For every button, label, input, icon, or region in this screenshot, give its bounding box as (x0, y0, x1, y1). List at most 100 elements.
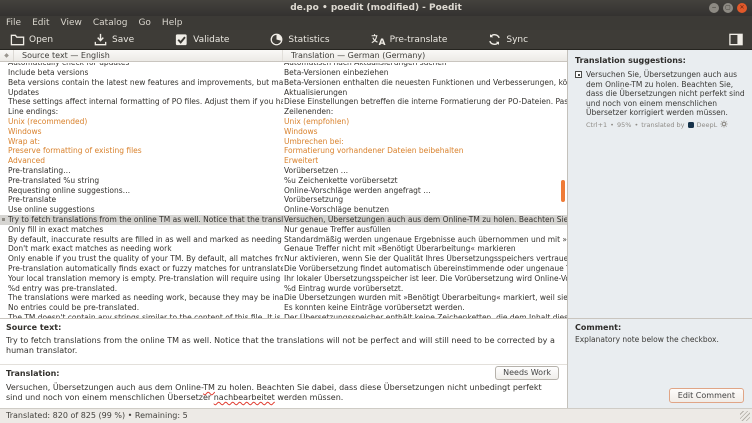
list-item[interactable]: Use online suggestionsOnline-Vorschläge … (0, 205, 567, 215)
list-item-source: Pre-translate (0, 195, 283, 205)
poedit-window: de.po • poedit (modified) - Poedit − ▢ ✕… (0, 0, 752, 423)
list-item[interactable]: Include beta versionsBeta-Versionen einb… (0, 68, 567, 78)
list-item-translation: Windows (283, 127, 567, 137)
list-item[interactable]: Only fill in exact matchesNur genaue Tre… (0, 225, 567, 235)
titlebar: de.po • poedit (modified) - Poedit − ▢ ✕ (0, 0, 752, 16)
validate-button[interactable]: Validate (174, 32, 229, 47)
source-text-label: Source text: (6, 323, 61, 332)
list-item[interactable]: Try to fetch translations from the onlin… (0, 215, 567, 225)
menu-catalog[interactable]: Catalog (93, 18, 128, 28)
list-item[interactable]: Preserve formatting of existing filesFor… (0, 146, 567, 156)
list-item[interactable]: Pre-translating…Vorübersetzen … (0, 166, 567, 176)
list-item-source: Pre-translating… (0, 166, 283, 176)
list-item[interactable]: AdvancedErweitert (0, 156, 567, 166)
list-item[interactable]: Pre-translateVorübersetzung (0, 195, 567, 205)
list-item[interactable]: Line endings:Zeilenenden: (0, 107, 567, 117)
list-item[interactable]: The translations were marked as needing … (0, 293, 567, 303)
list-item-source: Requesting online suggestions… (0, 186, 283, 196)
list-item-source: Wrap at: (0, 137, 283, 147)
translation-list-body: Automatically check for updatesAutomatis… (0, 63, 567, 318)
pre-translate-button[interactable]: A Pre-translate (370, 32, 448, 47)
close-button[interactable]: ✕ (737, 3, 747, 13)
list-header: ◆ Source text — English Translation — Ge… (0, 50, 567, 62)
minimize-button[interactable]: − (709, 3, 719, 13)
needs-work-button[interactable]: Needs Work (495, 366, 559, 380)
list-item-source: Advanced (0, 156, 283, 166)
validate-check-icon (174, 32, 189, 47)
list-item-source: Beta versions contain the latest new fea… (0, 78, 283, 88)
open-button[interactable]: Open (10, 32, 53, 47)
list-item-translation: Die Vorübersetzung findet automatisch üb… (283, 264, 567, 274)
suggestion-settings-gear-icon[interactable] (720, 120, 728, 130)
list-item-translation: Umbrechen bei: (283, 137, 567, 147)
maximize-button[interactable]: ▢ (723, 3, 733, 13)
list-scrollbar-thumb[interactable] (561, 180, 565, 202)
list-item-translation: Erweitert (283, 156, 567, 166)
list-item-translation: %u Zeichenkette vorübersetzt (283, 176, 567, 186)
list-item-source: Only enable if you trust the quality of … (0, 254, 283, 264)
menu-file[interactable]: File (6, 18, 21, 28)
statistics-button[interactable]: Statistics (269, 32, 329, 47)
save-icon (93, 32, 108, 47)
list-item-translation: Standardmäßig werden ungenaue Ergebnisse… (283, 235, 567, 245)
list-item-translation: Beta-Versionen einbeziehen (283, 68, 567, 78)
list-item-translation: Genaue Treffer nicht mit »Benötigt Übera… (283, 244, 567, 254)
edit-comment-button[interactable]: Edit Comment (669, 388, 744, 403)
list-item[interactable]: Don't mark exact matches as needing work… (0, 244, 567, 254)
window-title: de.po • poedit (modified) - Poedit (290, 3, 462, 13)
list-item[interactable]: These settings affect internal formattin… (0, 97, 567, 107)
resize-grip[interactable] (740, 411, 750, 421)
menu-view[interactable]: View (61, 18, 82, 28)
translation-label: Translation: (6, 369, 59, 378)
list-item[interactable]: Only enable if you trust the quality of … (0, 254, 567, 264)
sync-button[interactable]: Sync (487, 32, 528, 47)
list-item[interactable]: Your local translation memory is empty. … (0, 274, 567, 284)
suggestion-checkbox-icon (575, 71, 582, 78)
list-item-source: No entries could be pre-translated. (0, 303, 283, 313)
list-item[interactable]: Pre-translated %u string%u Zeichenkette … (0, 176, 567, 186)
list-item-source: Pre-translation automatically finds exac… (0, 264, 283, 274)
list-item-translation: Nur aktivieren, wenn Sie der Qualität Ih… (283, 254, 567, 264)
list-item[interactable]: Wrap at:Umbrechen bei: (0, 137, 567, 147)
list-item-translation: Die Übersetzungen wurden mit »Benötigt Ü… (283, 293, 567, 303)
menu-go[interactable]: Go (138, 18, 150, 28)
comment-text: Explanatory note below the checkbox. (575, 335, 746, 344)
menu-help[interactable]: Help (162, 18, 183, 28)
suggestion-item[interactable]: Versuchen Sie, Übersetzungen auch aus de… (575, 70, 746, 118)
menubar: File Edit View Catalog Go Help (0, 16, 752, 30)
list-item-translation: Versuchen, Übersetzungen auch aus dem On… (283, 215, 567, 225)
list-item-source: Try to fetch translations from the onlin… (0, 215, 283, 225)
statistics-pie-icon (269, 32, 284, 47)
list-item[interactable]: WindowsWindows (0, 127, 567, 137)
list-item-translation: Vorübersetzung (283, 195, 567, 205)
source-text-view[interactable]: Try to fetch translations from the onlin… (6, 336, 557, 356)
list-item-translation: %d Eintrag wurde vorübersetzt. (283, 284, 567, 294)
list-item-source: The translations were marked as needing … (0, 293, 283, 303)
list-item[interactable]: Beta versions contain the latest new fea… (0, 78, 567, 88)
translation-column-header[interactable]: Translation — German (Germany) (283, 50, 567, 61)
save-button[interactable]: Save (93, 32, 134, 47)
editor-panel: Source text: Try to fetch translations f… (0, 318, 567, 408)
statusbar-text: Translated: 820 of 825 (99 %) • Remainin… (6, 411, 188, 420)
list-item-source: By default, inaccurate results are fille… (0, 235, 283, 245)
list-item-translation: Ihr lokaler Übersetzungsspeicher ist lee… (283, 274, 567, 284)
sidebar-toggle-icon (728, 32, 744, 51)
open-folder-icon (10, 32, 25, 47)
editor-divider (0, 364, 567, 365)
translation-input[interactable]: Versuchen, Übersetzungen auch aus dem On… (6, 383, 557, 403)
menu-edit[interactable]: Edit (32, 18, 49, 28)
source-column-header[interactable]: Source text — English (14, 50, 283, 61)
list-item-source: Pre-translated %u string (0, 176, 283, 186)
marker-column-header[interactable]: ◆ (0, 50, 14, 61)
sidebar-toggle-button[interactable] (728, 32, 744, 51)
list-item[interactable]: No entries could be pre-translated.Es ko… (0, 303, 567, 313)
list-item[interactable]: By default, inaccurate results are fille… (0, 235, 567, 245)
list-item[interactable]: Requesting online suggestions…Online-Vor… (0, 186, 567, 196)
list-item[interactable]: Pre-translation automatically finds exac… (0, 264, 567, 274)
list-item[interactable]: UpdatesAktualisierungen (0, 88, 567, 98)
list-item[interactable]: %d entry was pre-translated.%d Eintrag w… (0, 284, 567, 294)
statusbar: Translated: 820 of 825 (99 %) • Remainin… (0, 408, 752, 423)
comment-label: Comment: (575, 323, 621, 332)
list-item-source: Line endings: (0, 107, 283, 117)
list-item[interactable]: Unix (recommended)Unix (empfohlen) (0, 117, 567, 127)
